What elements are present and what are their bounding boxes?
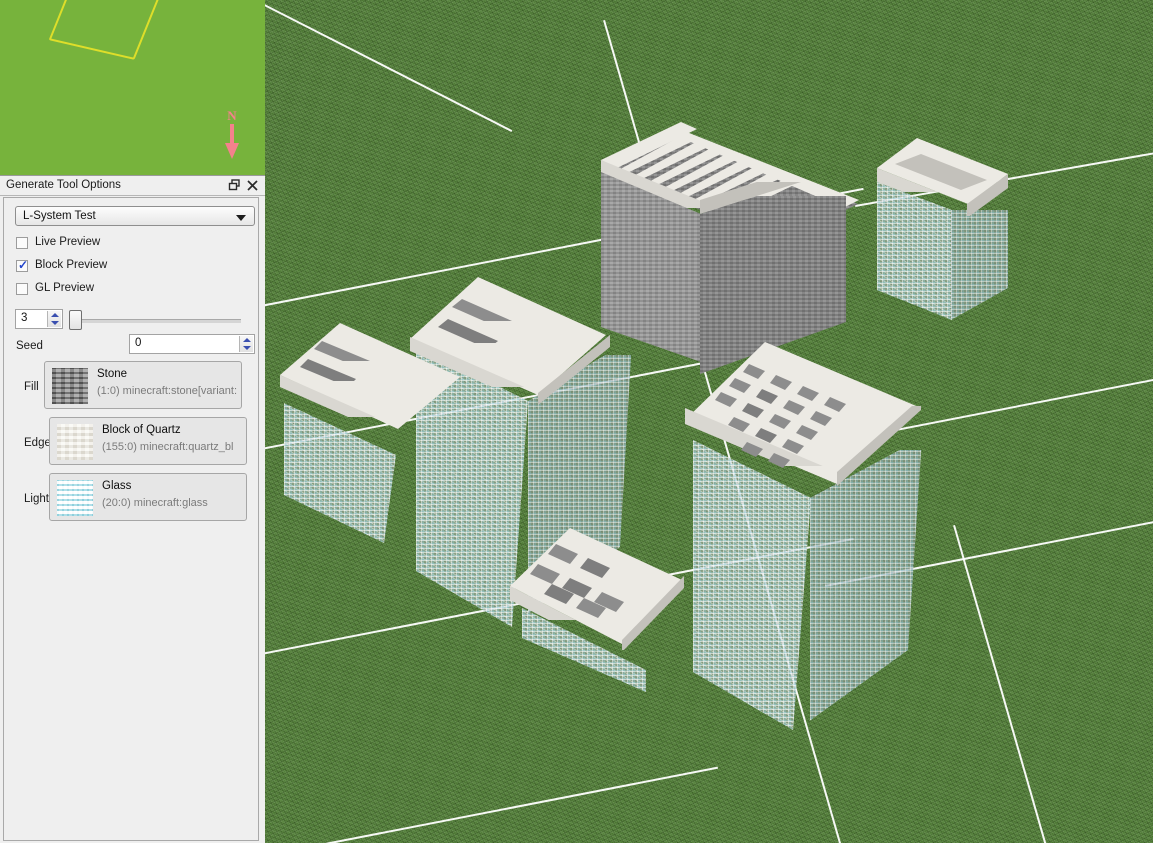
checkbox-box [16,237,28,249]
restore-icon[interactable] [227,178,242,193]
glass-texture-swatch [57,480,93,516]
checkbox-label: GL Preview [35,282,95,294]
iterations-value: 3 [21,312,28,324]
seed-label: Seed [16,340,43,352]
light-material-button[interactable]: Glass (20:0) minecraft:glass [49,473,247,521]
stepper-down-icon[interactable] [51,321,59,325]
camera-frustum-outline [48,0,160,60]
world-minimap[interactable]: N [0,0,265,175]
fill-label: Fill [24,381,39,393]
checkbox-label: Live Preview [35,236,101,248]
checkbox-box: ✓ [16,258,29,272]
small-grid-structure-front [480,520,684,692]
mcedit-window: N Generate Tool Options L-System Test Li… [0,0,1153,843]
seed-value: 0 [135,337,142,349]
glass-tower-with-grid-roof-center [685,330,945,750]
iterations-stepper[interactable]: 3 [15,309,63,329]
panel-body: L-System Test Live Preview ✓ Block Previ… [3,197,259,841]
check-icon: ✓ [18,258,29,272]
iterations-stepper-buttons[interactable] [47,311,61,327]
iterations-slider-handle[interactable] [69,310,82,330]
generator-select-value: L-System Test [23,210,96,222]
generator-select[interactable]: L-System Test [15,206,255,226]
stepper-up-icon[interactable] [51,313,59,317]
close-icon[interactable] [245,178,260,193]
stone-texture-swatch [52,368,88,404]
fill-material-button[interactable]: Stone (1:0) minecraft:stone[variant: [44,361,242,409]
light-material-name: Glass [102,480,132,492]
seed-stepper-buttons[interactable] [239,336,253,352]
edge-material-button[interactable]: Block of Quartz (155:0) minecraft:quartz… [49,417,247,465]
fill-material-name: Stone [97,368,128,380]
glass-tower-right [877,128,1029,328]
3d-world-viewport[interactable] [265,0,1153,843]
stepper-up-icon[interactable] [243,338,251,342]
compass-north-label: N [227,108,237,123]
light-label: Light [24,493,49,505]
panel-titlebar: Generate Tool Options [0,176,265,196]
edge-material-name: Block of Quartz [102,424,181,436]
edge-label: Edge [24,437,51,449]
panel-title: Generate Tool Options [6,179,121,191]
checkbox-label: Block Preview [35,259,108,271]
checkbox-box [16,283,28,295]
light-material-id: (20:0) minecraft:glass [102,497,208,509]
fill-material-id: (1:0) minecraft:stone[variant: [97,385,238,397]
quartz-texture-swatch [57,424,93,460]
iterations-slider-track[interactable] [74,319,241,323]
generate-tool-options-panel: Generate Tool Options L-System Test Live… [0,175,265,843]
left-dock: N Generate Tool Options L-System Test Li… [0,0,265,843]
stepper-down-icon[interactable] [243,346,251,350]
compass-arrow-head [225,143,239,159]
edge-material-id: (155:0) minecraft:quartz_bl [102,441,234,453]
chevron-down-icon [236,215,246,221]
compass-indicator: N [221,109,243,165]
seed-input[interactable]: 0 [129,334,255,354]
